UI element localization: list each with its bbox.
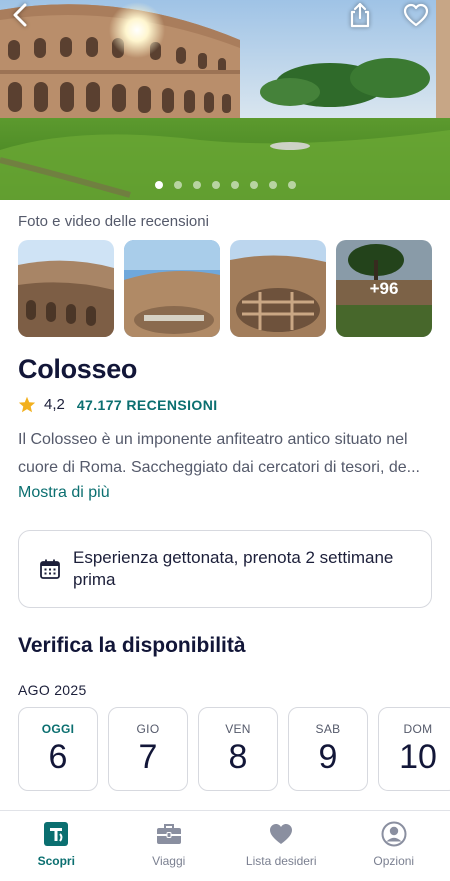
day-number: 9: [318, 737, 338, 776]
star-icon: [18, 396, 36, 413]
hero-image[interactable]: [0, 0, 450, 200]
date-selector: OGGI 6 GIO 7 VEN 8 SAB 9 DOM 10: [18, 707, 450, 791]
share-button[interactable]: [340, 0, 380, 30]
day-name: DOM: [403, 721, 433, 736]
availability-title: Verifica la disponibilità: [18, 634, 246, 657]
colosseum-photo: [0, 0, 450, 200]
carousel-dot[interactable]: [230, 181, 239, 189]
day-name: OGGI: [41, 721, 75, 736]
tab-label: Scopri: [37, 854, 75, 868]
day-name: GIO: [136, 721, 160, 736]
share-icon: [350, 2, 370, 28]
booking-tip-text: Esperienza gettonata, prenota 2 settiman…: [73, 548, 394, 589]
attraction-description: Il Colosseo è un imponente anfiteatro an…: [18, 426, 432, 482]
carousel-dot[interactable]: [173, 181, 182, 189]
tab-label: Viaggi: [152, 854, 186, 868]
date-option[interactable]: DOM 10: [378, 707, 450, 791]
description-line: cuore di Roma. Saccheggiato dai cercator…: [18, 459, 420, 476]
carousel-dot[interactable]: [268, 181, 277, 189]
day-name: VEN: [225, 721, 251, 736]
review-photo-thumbnail-more[interactable]: +96: [336, 240, 432, 337]
heart-icon: [270, 824, 293, 844]
date-option[interactable]: VEN 8: [198, 707, 278, 791]
heart-outline-icon: [403, 3, 429, 27]
review-photo-thumbnail[interactable]: [124, 240, 220, 337]
date-option[interactable]: GIO 7: [108, 707, 188, 791]
chevron-left-icon: [13, 3, 27, 27]
tab-opzioni[interactable]: Opzioni: [338, 811, 450, 881]
review-media-label: Foto e video delle recensioni: [18, 213, 209, 230]
more-photos-count: +96: [336, 240, 432, 337]
day-number: 10: [399, 737, 437, 776]
date-option[interactable]: SAB 9: [288, 707, 368, 791]
show-more-link[interactable]: Mostra di più: [18, 484, 110, 502]
tripadvisor-logo-icon: [44, 822, 69, 846]
day-number: 8: [228, 737, 248, 776]
reviews-link[interactable]: 47.177 RECENSIONI: [77, 397, 218, 413]
tab-scopri[interactable]: Scopri: [0, 811, 113, 881]
rating-row: 4,2 47.177 RECENSIONI: [18, 396, 218, 413]
bottom-tab-bar: Scopri Viaggi Lista desideri Opzioni: [0, 810, 450, 881]
back-button[interactable]: [0, 0, 40, 30]
briefcase-icon: [156, 824, 181, 844]
date-option[interactable]: OGGI 6: [18, 707, 98, 791]
carousel-dot[interactable]: [287, 181, 296, 189]
attraction-title: Colosseo: [18, 354, 138, 384]
review-media-gallery: +96: [18, 240, 432, 337]
tab-viaggi[interactable]: Viaggi: [113, 811, 226, 881]
profile-icon: [381, 821, 407, 847]
tab-lista-desideri[interactable]: Lista desideri: [225, 811, 338, 881]
tab-label: Lista desideri: [245, 854, 317, 868]
carousel-dot[interactable]: [154, 181, 163, 189]
carousel-dot[interactable]: [249, 181, 258, 189]
save-favorite-button[interactable]: [396, 0, 436, 30]
review-photo-thumbnail[interactable]: [230, 240, 326, 337]
booking-tip-card: Esperienza gettonata, prenota 2 settiman…: [18, 530, 432, 608]
review-photo-thumbnail[interactable]: [18, 240, 114, 337]
carousel-indicator: [0, 181, 450, 189]
calendar-icon: [40, 559, 60, 579]
day-number: 6: [48, 737, 68, 776]
carousel-dot[interactable]: [211, 181, 220, 189]
rating-value: 4,2: [44, 396, 65, 413]
tab-label: Opzioni: [373, 854, 415, 868]
day-name: SAB: [315, 721, 341, 736]
carousel-dot[interactable]: [192, 181, 201, 189]
month-label: AGO 2025: [18, 682, 87, 698]
day-number: 7: [138, 737, 158, 776]
description-line: Il Colosseo è un imponente anfiteatro an…: [18, 431, 408, 448]
